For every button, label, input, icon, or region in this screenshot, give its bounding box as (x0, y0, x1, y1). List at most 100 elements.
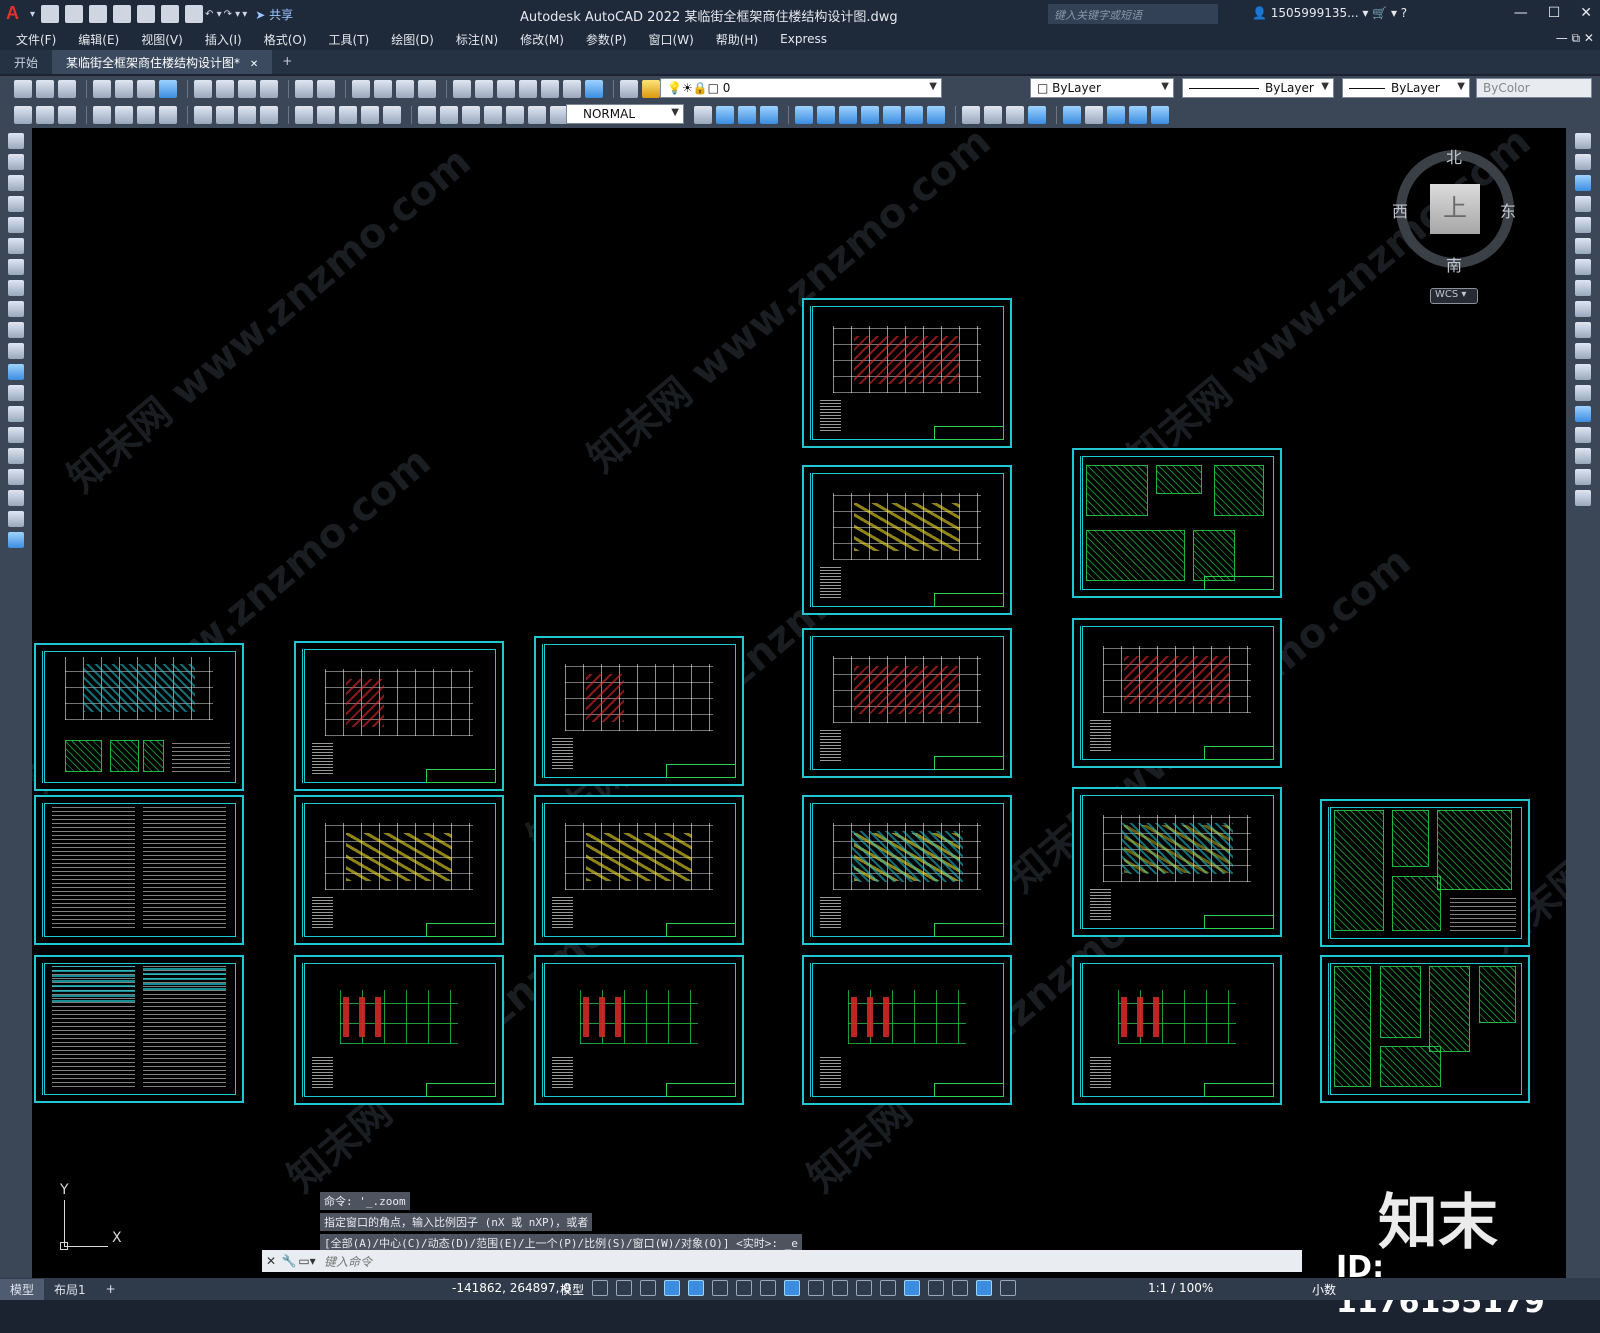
linetype-dropdown[interactable]: ByLayer ▼ (1182, 78, 1334, 98)
maximize-button[interactable]: ☐ (1548, 5, 1561, 21)
markup-icon[interactable] (541, 80, 559, 98)
model-space-toggle[interactable]: 模型 (560, 1281, 584, 1298)
plot-icon[interactable] (185, 5, 204, 23)
layout1-tab[interactable]: 布局1 (44, 1279, 96, 1300)
extend-icon[interactable] (1575, 343, 1591, 359)
grid-icon[interactable] (592, 1280, 608, 1296)
ucs-face-icon[interactable] (1129, 106, 1147, 124)
view-bottom-icon[interactable] (839, 106, 857, 124)
ucs-object-icon[interactable] (1151, 106, 1169, 124)
layer-dropdown[interactable]: 💡☀🔒□ 0 ▼ (660, 78, 942, 98)
array-icon[interactable] (1575, 217, 1591, 233)
erase-icon[interactable] (1575, 133, 1591, 149)
join-icon[interactable] (1575, 406, 1591, 422)
new-file-icon[interactable] (41, 5, 60, 23)
view-ne-icon[interactable] (905, 106, 923, 124)
drawing-sheet[interactable] (534, 955, 744, 1105)
drawing-sheet[interactable] (802, 955, 1012, 1105)
view-front-icon[interactable] (716, 106, 734, 124)
trim-icon[interactable] (1575, 322, 1591, 338)
dim-style-icon[interactable] (694, 106, 712, 124)
arc-length-icon[interactable] (137, 106, 155, 124)
view-nw-icon[interactable] (927, 106, 945, 124)
compass-south[interactable]: 南 (1446, 252, 1462, 276)
properties-icon[interactable] (453, 80, 471, 98)
drawing-sheet[interactable] (1072, 448, 1282, 598)
cursor-coordinates[interactable]: -141862, 264897, 0 (452, 1281, 571, 1295)
ellipse-arc-icon[interactable] (8, 343, 24, 359)
spline-icon[interactable] (8, 301, 24, 317)
new-tab-button[interactable]: + (272, 50, 302, 74)
compass-west[interactable]: 西 (1392, 198, 1408, 222)
plotstyle-dropdown[interactable]: ByColor (1476, 78, 1592, 98)
cut-icon[interactable] (194, 80, 212, 98)
drawing-sheet[interactable] (802, 298, 1012, 448)
ucs-previous-icon[interactable] (1107, 106, 1125, 124)
dim-break-icon[interactable] (383, 106, 401, 124)
snap-icon[interactable] (616, 1280, 632, 1296)
pan-icon[interactable] (352, 80, 370, 98)
tab-document[interactable]: 某临街全框架商住楼结构设计图* ✕ (52, 50, 273, 74)
menu-modify[interactable]: 修改(M) (520, 31, 564, 48)
scale-icon[interactable] (1575, 280, 1591, 296)
add-selected-icon[interactable] (8, 532, 24, 548)
menu-dimension[interactable]: 标注(N) (456, 31, 498, 48)
compass-east[interactable]: 东 (1500, 198, 1516, 222)
region-icon[interactable] (8, 469, 24, 485)
lineweight-icon[interactable] (808, 1280, 824, 1296)
units-display[interactable]: 小数 (1312, 1281, 1336, 1298)
close-command-icon[interactable]: ✕ (262, 1254, 280, 1268)
lineweight-dropdown[interactable]: ByLayer ▼ (1342, 78, 1470, 98)
save-icon[interactable] (58, 80, 76, 98)
menu-express[interactable]: Express (780, 32, 827, 46)
paste-icon[interactable] (238, 80, 256, 98)
command-input[interactable]: 键入命令 (324, 1253, 372, 1270)
offset-icon[interactable] (1575, 196, 1591, 212)
jogged-linear-icon[interactable] (484, 106, 502, 124)
mtext-icon[interactable] (8, 511, 24, 527)
tab-start[interactable]: 开始 (0, 50, 52, 74)
save-as-icon[interactable] (113, 5, 132, 23)
point-icon[interactable] (8, 406, 24, 422)
color-dropdown[interactable]: □ ByLayer ▼ (1030, 78, 1174, 98)
menu-parametric[interactable]: 参数(P) (586, 31, 627, 48)
menu-help[interactable]: 帮助(H) (716, 31, 758, 48)
design-center-icon[interactable] (475, 80, 493, 98)
dynamic-ucs-icon[interactable] (904, 1280, 920, 1296)
selection-filter-icon[interactable] (928, 1280, 944, 1296)
undo-icon[interactable] (295, 80, 313, 98)
object-snap-icon[interactable] (784, 1280, 800, 1296)
stretch-icon[interactable] (1575, 301, 1591, 317)
command-line[interactable]: ✕ 🔧 ▭▾ 键入命令 (262, 1250, 1302, 1272)
ellipse-icon[interactable] (8, 322, 24, 338)
tolerance-icon[interactable] (418, 106, 436, 124)
view-top-icon[interactable] (817, 106, 835, 124)
open-file-icon[interactable] (65, 5, 84, 23)
mirror-icon[interactable] (1575, 175, 1591, 191)
drawing-canvas[interactable]: 知末网 www.znzmo.com 知末网 www.znzmo.com 知末网 … (32, 128, 1566, 1278)
visual-style-hidden-icon[interactable] (984, 106, 1002, 124)
polyline-icon[interactable] (8, 175, 24, 191)
save-icon[interactable] (89, 5, 108, 23)
sheet-set-icon[interactable] (519, 80, 537, 98)
linear-dim-icon[interactable] (93, 106, 111, 124)
customize-command-icon[interactable]: 🔧 (280, 1254, 298, 1268)
drawing-sheet[interactable] (294, 795, 504, 945)
chevron-down-icon[interactable]: ▾ (30, 9, 35, 20)
annotation-scale[interactable]: 1:1 / 100% (1148, 1281, 1213, 1295)
center-mark-icon[interactable] (440, 106, 458, 124)
annotation-visibility-icon[interactable] (976, 1280, 992, 1296)
zoom-realtime-icon[interactable] (374, 80, 392, 98)
view-sw-icon[interactable] (861, 106, 879, 124)
drawing-sheet[interactable] (1320, 955, 1530, 1103)
rotate-icon[interactable] (1575, 259, 1591, 275)
add-layout-button[interactable]: + (96, 1280, 126, 1298)
dim-text-edit-icon[interactable] (528, 106, 546, 124)
drawing-sheet[interactable] (802, 465, 1012, 615)
jogged-dim-icon[interactable] (216, 106, 234, 124)
menu-edit[interactable]: 编辑(E) (78, 31, 119, 48)
polygon-icon[interactable] (8, 196, 24, 212)
layer-off-icon[interactable] (58, 106, 76, 124)
drawing-sheet[interactable] (294, 955, 504, 1105)
ortho-icon[interactable] (688, 1280, 704, 1296)
